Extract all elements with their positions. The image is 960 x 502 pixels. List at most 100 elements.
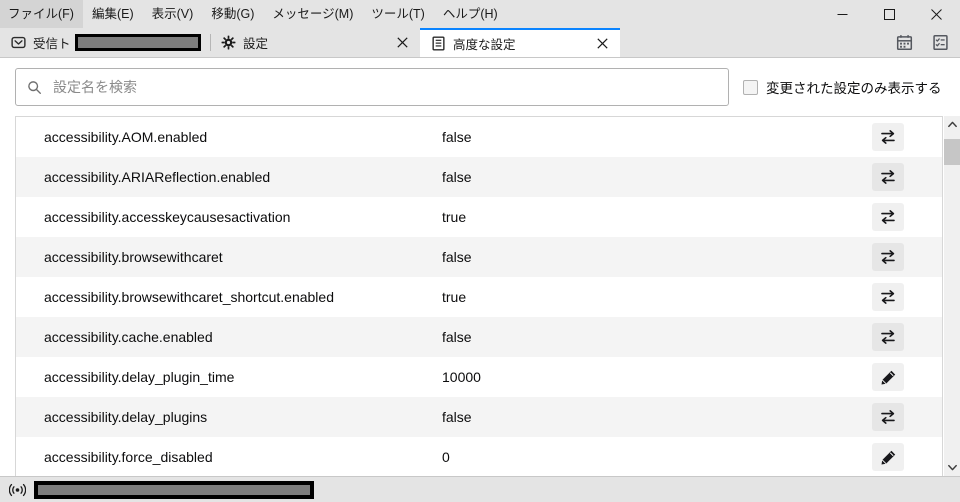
edit-preference-button[interactable] — [872, 363, 904, 391]
table-row[interactable]: accessibility.delay_plugins false — [16, 397, 942, 437]
table-row[interactable]: accessibility.ARIAReflection.enabled fals… — [16, 157, 942, 197]
preference-value: 0 — [442, 449, 450, 465]
toggle-icon — [881, 290, 895, 304]
tab-settings-close-button[interactable] — [393, 34, 411, 52]
menu-edit[interactable]: 編集(E) — [83, 0, 143, 28]
tab-settings-label: 設定 — [243, 37, 269, 51]
table-row[interactable]: accessibility.AOM.enabled false — [16, 117, 942, 157]
menu-message[interactable]: メッセージ(M) — [263, 0, 362, 28]
scroll-up-button[interactable] — [944, 116, 960, 133]
toggle-preference-button[interactable] — [872, 323, 904, 351]
tab-inbox-redacted-account — [75, 34, 201, 51]
vertical-scrollbar[interactable] — [943, 116, 960, 476]
window-controls — [819, 0, 960, 28]
toggle-icon — [881, 250, 895, 264]
menu-tools[interactable]: ツール(T) — [362, 0, 433, 28]
toggle-icon — [881, 410, 895, 424]
status-bar — [0, 476, 960, 502]
toggle-icon — [881, 210, 895, 224]
broadcast-icon — [6, 480, 28, 500]
table-row[interactable]: accessibility.delay_plugin_time 10000 — [16, 357, 942, 397]
edit-icon — [881, 370, 895, 384]
checkbox-box[interactable] — [743, 79, 758, 95]
close-button[interactable] — [913, 0, 960, 28]
preference-value: false — [442, 169, 472, 185]
search-box[interactable] — [15, 68, 729, 106]
calendar-icon — [896, 35, 912, 51]
toggle-preference-button[interactable] — [872, 403, 904, 431]
preference-name: accessibility.browsewithcaret_shortcut.e… — [44, 289, 334, 305]
inbox-icon — [10, 35, 26, 51]
tab-bar: 受信トレイ — [0, 28, 960, 58]
preference-value: true — [442, 289, 467, 305]
tab-settings[interactable]: 設定 — [210, 28, 420, 57]
toggle-preference-button[interactable] — [872, 123, 904, 151]
menu-help[interactable]: ヘルプ(H) — [434, 0, 507, 28]
close-icon — [931, 8, 942, 20]
preference-value: true — [442, 209, 467, 225]
table-row[interactable]: accessibility.cache.enabled false — [16, 317, 942, 357]
preference-value: false — [442, 129, 472, 145]
preference-value: 10000 — [442, 369, 481, 385]
application-window: ファイル(F) 編集(E) 表示(V) 移動(G) メッセージ(M) ツール(T… — [0, 0, 960, 502]
tab-inbox-label: 受信トレイ — [33, 37, 71, 51]
show-modified-only-label: 変更された設定のみ表示する — [766, 81, 942, 96]
toggle-preference-button[interactable] — [872, 283, 904, 311]
advanced-settings-pane: 変更された設定のみ表示する accessibility.AOM.enabled f… — [0, 58, 960, 476]
toggle-preference-button[interactable] — [872, 243, 904, 271]
chevron-up-icon — [947, 121, 957, 128]
preference-name: accessibility.delay_plugin_time — [44, 369, 235, 385]
minimize-icon — [837, 13, 848, 15]
menu-file[interactable]: ファイル(F) — [0, 0, 83, 28]
search-input[interactable] — [51, 78, 718, 96]
settings-toolbar: 変更された設定のみ表示する — [1, 58, 960, 116]
document-list-icon — [430, 36, 446, 52]
search-icon — [26, 79, 42, 95]
tab-advanced-settings-label: 高度な設定 — [453, 38, 516, 52]
table-row[interactable]: accessibility.browsewithcaret false — [16, 237, 942, 277]
toggle-icon — [881, 130, 895, 144]
close-icon — [596, 38, 608, 49]
status-redacted-text — [34, 480, 314, 499]
preference-name: accessibility.browsewithcaret — [44, 249, 223, 265]
preference-name: accessibility.delay_plugins — [44, 409, 208, 425]
table-row[interactable]: accessibility.accesskeycausesactivation t… — [16, 197, 942, 237]
preference-value: false — [442, 409, 472, 425]
edit-preference-button[interactable] — [872, 443, 904, 471]
chevron-down-icon — [947, 464, 957, 471]
tab-advanced-settings[interactable]: 高度な設定 — [420, 28, 620, 57]
scrollbar-track[interactable] — [943, 133, 960, 459]
toggle-icon — [881, 170, 895, 184]
tab-bar-spacer — [620, 28, 892, 57]
preference-value: false — [442, 329, 472, 345]
close-icon — [396, 37, 408, 48]
menu-go[interactable]: 移動(G) — [202, 0, 263, 28]
preference-value: false — [442, 249, 472, 265]
maximize-icon — [884, 8, 895, 20]
tab-bar-tools — [892, 28, 960, 57]
scrollbar-thumb[interactable] — [943, 139, 960, 165]
preference-name: accessibility.ARIAReflection.enabled — [44, 169, 271, 185]
table-row[interactable]: accessibility.force_disabled 0 — [16, 437, 942, 476]
menu-bar: ファイル(F) 編集(E) 表示(V) 移動(G) メッセージ(M) ツール(T… — [0, 0, 960, 28]
preference-name: accessibility.accesskeycausesactivation — [44, 209, 291, 225]
toggle-icon — [881, 330, 895, 344]
menu-view[interactable]: 表示(V) — [143, 0, 203, 28]
tasks-icon — [932, 34, 948, 51]
maximize-button[interactable] — [866, 0, 913, 28]
tab-inbox[interactable]: 受信トレイ — [0, 28, 210, 57]
preference-name: accessibility.force_disabled — [44, 449, 213, 465]
toggle-preference-button[interactable] — [872, 163, 904, 191]
tab-advanced-settings-close-button[interactable] — [593, 35, 611, 53]
toggle-preference-button[interactable] — [872, 203, 904, 231]
minimize-button[interactable] — [819, 0, 866, 28]
preference-list-region: accessibility.AOM.enabled false accessibi… — [1, 116, 960, 476]
scroll-down-button[interactable] — [944, 459, 960, 476]
show-modified-only-checkbox[interactable]: 変更された設定のみ表示する — [743, 77, 942, 97]
calendar-button[interactable] — [892, 31, 916, 55]
table-row[interactable]: accessibility.browsewithcaret_shortcut.e… — [16, 277, 942, 317]
gear-icon — [220, 35, 236, 51]
tasks-button[interactable] — [928, 31, 952, 55]
preference-name: accessibility.AOM.enabled — [44, 129, 208, 145]
preference-list: accessibility.AOM.enabled false accessibi… — [15, 116, 943, 476]
